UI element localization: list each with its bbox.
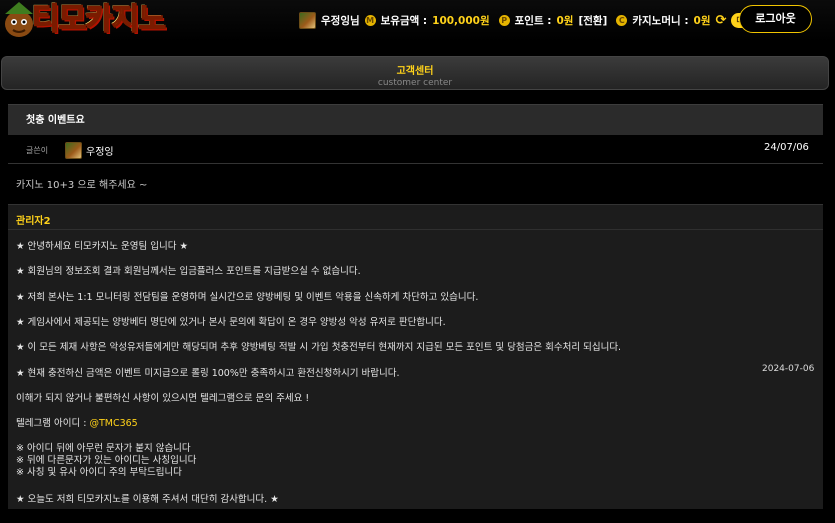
user-bar: 우정잉님 M 보유금액 : 100,000원 P 포인트 : 0원 [전환] C… <box>299 10 771 30</box>
refresh-icon[interactable]: ⟳ <box>715 14 726 27</box>
page-title-bar: 고객센터 customer center <box>1 56 829 90</box>
telegram-label: 텔레그램 아이디 : <box>16 418 87 429</box>
reply-author: 관리자2 <box>16 216 51 227</box>
reply-line: ※ 사칭 및 유사 아이디 주의 부탁드립니다 <box>16 467 182 478</box>
admin-reply: 관리자2 ★ 안녕하세요 티모카지노 운영팀 입니다 ★ ★ 회원님의 정보조회… <box>8 204 823 509</box>
reply-line: ★ 현재 충전하신 금액은 이벤트 미지급으로 롤링 100%만 충족하시고 환… <box>16 368 400 379</box>
logo-text: 티모카지노 <box>31 1 167 38</box>
writer-row: 글쓴이 우정잉 24/07/06 <box>8 136 823 164</box>
post-date: 24/07/06 <box>764 142 809 153</box>
reply-line: ★ 안녕하세요 티모카지노 운영팀 입니다 ★ <box>16 241 188 252</box>
point-coin-icon: P <box>498 14 510 26</box>
username: 우정잉님 <box>321 14 360 27</box>
writer-name: 우정잉 <box>86 147 114 158</box>
telegram-line: 텔레그램 아이디 : @TMC365 <box>16 415 138 429</box>
reply-line: ★ 이 모든 제재 사항은 악성유저들에게만 해당되며 추후 양방베팅 적발 시… <box>16 342 622 353</box>
point-label: 포인트 : <box>514 14 552 27</box>
casino-coin-icon: C <box>616 14 628 26</box>
casino-money-value: 0원 <box>693 14 711 27</box>
writer-avatar <box>65 142 82 159</box>
avatar <box>299 11 316 29</box>
point-value: 0원 <box>556 14 574 27</box>
reply-line: 이해가 되지 않거나 불편하신 사항이 있으시면 텔레그램으로 문의 주세요 ! <box>16 393 310 404</box>
reply-line: ★ 게임사에서 제공되는 양방베터 명단에 있거나 본사 문의에 확답이 온 경… <box>16 317 446 328</box>
casino-money-label: 카지노머니 : <box>632 14 689 27</box>
money-coin-icon: M <box>364 14 376 26</box>
balance-value: 100,000원 <box>432 14 490 27</box>
page-title: 고객센터 <box>396 66 434 77</box>
reply-line: ★ 저희 본사는 1:1 모니터링 전담팀을 운영하며 실시간으로 양방베팅 및… <box>16 292 479 303</box>
post-body: 카지노 10+3 으로 해주세요 ~ <box>16 180 148 191</box>
logout-button[interactable]: 로그아웃 <box>739 5 812 33</box>
telegram-id[interactable]: @TMC365 <box>89 418 137 429</box>
reply-line: ★ 회원님의 정보조회 결과 회원님께서는 입금플러스 포인트를 지급받으실 수… <box>16 266 361 277</box>
reply-date: 2024-07-06 <box>762 364 815 374</box>
reply-line: ★ 오늘도 저희 티모카지노를 이용해 주셔서 대단히 감사합니다. ★ <box>16 494 279 505</box>
balance-label: 보유금액 : <box>380 14 428 27</box>
post-panel: 첫충 이벤트요 글쓴이 우정잉 24/07/06 카지노 10+3 으로 해주세… <box>8 104 823 509</box>
point-exchange-link[interactable]: [전환] <box>578 13 607 28</box>
logo[interactable]: 티모카지노 <box>0 0 195 40</box>
reply-divider <box>8 229 823 230</box>
header: 티모카지노 우정잉님 M 보유금액 : 100,000원 P 포인트 : 0원 … <box>0 0 835 42</box>
post-title: 첫충 이벤트요 <box>8 104 823 135</box>
page-subtitle: customer center <box>377 78 453 88</box>
writer-label: 글쓴이 <box>26 146 49 155</box>
